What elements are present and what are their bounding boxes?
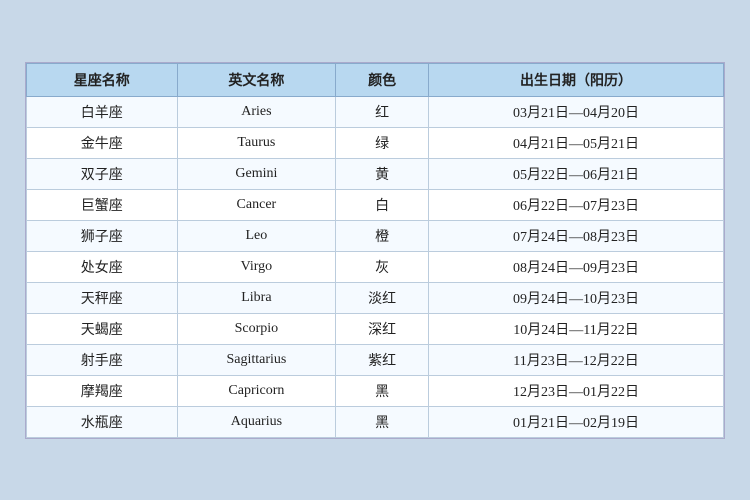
cell-dates: 03月21日—04月20日 [429, 96, 724, 127]
table-row: 水瓶座Aquarius黑01月21日—02月19日 [27, 406, 724, 437]
col-header-dates: 出生日期（阳历） [429, 63, 724, 96]
cell-english: Cancer [177, 189, 336, 220]
cell-color: 黑 [336, 375, 429, 406]
cell-color: 橙 [336, 220, 429, 251]
table-row: 白羊座Aries红03月21日—04月20日 [27, 96, 724, 127]
table-row: 金牛座Taurus绿04月21日—05月21日 [27, 127, 724, 158]
cell-dates: 12月23日—01月22日 [429, 375, 724, 406]
cell-dates: 04月21日—05月21日 [429, 127, 724, 158]
cell-dates: 06月22日—07月23日 [429, 189, 724, 220]
cell-chinese: 双子座 [27, 158, 178, 189]
cell-english: Capricorn [177, 375, 336, 406]
cell-english: Leo [177, 220, 336, 251]
cell-dates: 05月22日—06月21日 [429, 158, 724, 189]
cell-english: Sagittarius [177, 344, 336, 375]
cell-chinese: 天秤座 [27, 282, 178, 313]
cell-color: 红 [336, 96, 429, 127]
cell-english: Virgo [177, 251, 336, 282]
table-row: 摩羯座Capricorn黑12月23日—01月22日 [27, 375, 724, 406]
table-body: 白羊座Aries红03月21日—04月20日金牛座Taurus绿04月21日—0… [27, 96, 724, 437]
cell-color: 黑 [336, 406, 429, 437]
zodiac-table: 星座名称 英文名称 颜色 出生日期（阳历） 白羊座Aries红03月21日—04… [26, 63, 724, 438]
col-header-chinese: 星座名称 [27, 63, 178, 96]
cell-color: 黄 [336, 158, 429, 189]
cell-chinese: 水瓶座 [27, 406, 178, 437]
table-row: 天秤座Libra淡红09月24日—10月23日 [27, 282, 724, 313]
cell-color: 淡红 [336, 282, 429, 313]
cell-dates: 08月24日—09月23日 [429, 251, 724, 282]
cell-color: 白 [336, 189, 429, 220]
zodiac-table-wrapper: 星座名称 英文名称 颜色 出生日期（阳历） 白羊座Aries红03月21日—04… [25, 62, 725, 439]
col-header-color: 颜色 [336, 63, 429, 96]
cell-english: Taurus [177, 127, 336, 158]
cell-chinese: 天蝎座 [27, 313, 178, 344]
cell-dates: 01月21日—02月19日 [429, 406, 724, 437]
table-row: 射手座Sagittarius紫红11月23日—12月22日 [27, 344, 724, 375]
cell-color: 灰 [336, 251, 429, 282]
cell-english: Aries [177, 96, 336, 127]
cell-english: Libra [177, 282, 336, 313]
cell-chinese: 金牛座 [27, 127, 178, 158]
cell-english: Aquarius [177, 406, 336, 437]
cell-chinese: 狮子座 [27, 220, 178, 251]
cell-chinese: 巨蟹座 [27, 189, 178, 220]
cell-color: 深红 [336, 313, 429, 344]
cell-chinese: 摩羯座 [27, 375, 178, 406]
cell-english: Gemini [177, 158, 336, 189]
cell-dates: 09月24日—10月23日 [429, 282, 724, 313]
cell-chinese: 处女座 [27, 251, 178, 282]
table-row: 狮子座Leo橙07月24日—08月23日 [27, 220, 724, 251]
table-header-row: 星座名称 英文名称 颜色 出生日期（阳历） [27, 63, 724, 96]
cell-dates: 11月23日—12月22日 [429, 344, 724, 375]
table-row: 巨蟹座Cancer白06月22日—07月23日 [27, 189, 724, 220]
col-header-english: 英文名称 [177, 63, 336, 96]
cell-dates: 10月24日—11月22日 [429, 313, 724, 344]
cell-chinese: 射手座 [27, 344, 178, 375]
cell-color: 绿 [336, 127, 429, 158]
cell-color: 紫红 [336, 344, 429, 375]
table-row: 处女座Virgo灰08月24日—09月23日 [27, 251, 724, 282]
table-row: 双子座Gemini黄05月22日—06月21日 [27, 158, 724, 189]
cell-dates: 07月24日—08月23日 [429, 220, 724, 251]
table-row: 天蝎座Scorpio深红10月24日—11月22日 [27, 313, 724, 344]
cell-english: Scorpio [177, 313, 336, 344]
cell-chinese: 白羊座 [27, 96, 178, 127]
